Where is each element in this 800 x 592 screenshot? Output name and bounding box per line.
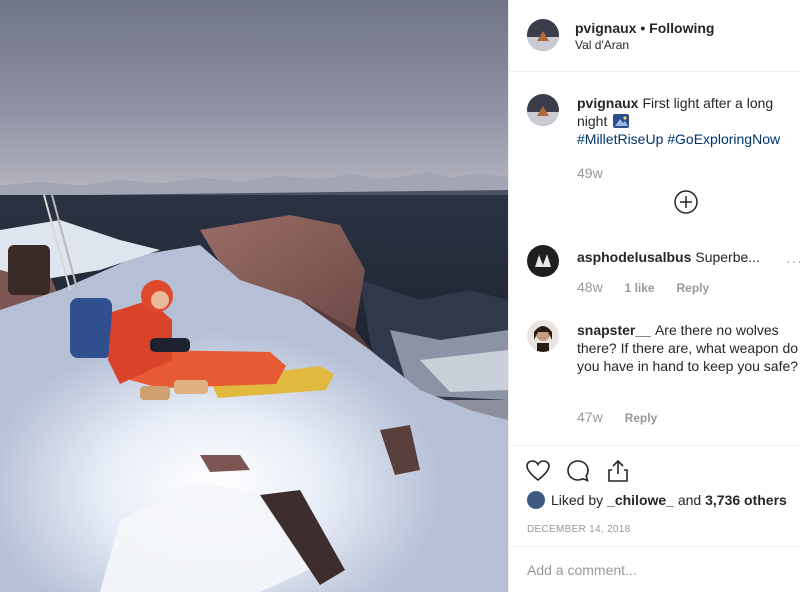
more-options-icon[interactable]: ···	[786, 253, 800, 269]
commenter-avatar[interactable]	[527, 320, 559, 352]
comment-text: asphodelusalbus Superbe...	[577, 248, 800, 266]
header-title-row: pvignaux • Following	[575, 20, 714, 36]
post-header: pvignaux • Following Val d'Aran	[509, 0, 800, 72]
follow-status-button[interactable]: Following	[649, 20, 714, 36]
mountain-bivouac-photo	[0, 0, 508, 592]
caption-time[interactable]: 49w	[577, 165, 603, 181]
caption-avatar[interactable]	[527, 94, 559, 126]
heart-icon[interactable]	[525, 458, 551, 484]
likes-summary: Liked by _chilowe_ and 3,736 others	[527, 491, 787, 510]
caption-text: pvignaux First light after a long night #…	[577, 94, 800, 148]
likes-count[interactable]: 3,736 others	[705, 492, 787, 508]
hashtag-link[interactable]: #GoExploringNow	[667, 131, 780, 147]
plus-circle-icon[interactable]	[673, 189, 699, 215]
reply-button[interactable]: Reply	[625, 411, 658, 425]
comment-icon[interactable]	[565, 458, 591, 484]
comment-text: snapster__ Are there no wolves there? If …	[577, 321, 800, 375]
user-avatar[interactable]	[527, 19, 559, 51]
caption-username[interactable]: pvignaux	[577, 95, 638, 111]
separator-dot: •	[640, 20, 646, 36]
liker-username[interactable]: _chilowe_	[607, 492, 674, 508]
likes-prefix: Liked by	[551, 492, 604, 508]
post-actions-section: Liked by _chilowe_ and 3,736 others DECE…	[509, 445, 800, 592]
comment-meta: 47w Reply	[577, 409, 657, 425]
comment-body: Superbe...	[695, 249, 760, 265]
add-comment-bar	[509, 546, 800, 592]
share-icon[interactable]	[605, 458, 631, 484]
comment-time[interactable]: 47w	[577, 409, 603, 425]
comment-likes[interactable]: 1 like	[625, 281, 655, 295]
add-comment-input[interactable]	[527, 562, 787, 578]
comment-username[interactable]: asphodelusalbus	[577, 249, 691, 265]
mountain-sunrise-icon	[613, 114, 630, 128]
commenter-avatar[interactable]	[527, 245, 559, 277]
location-link[interactable]: Val d'Aran	[575, 38, 629, 52]
post-date[interactable]: DECEMBER 14, 2018	[527, 524, 630, 535]
post-details-panel: pvignaux • Following Val d'Aran pvignaux…	[508, 0, 800, 592]
username-link[interactable]: pvignaux	[575, 20, 636, 36]
comment-time[interactable]: 48w	[577, 279, 603, 295]
post-photo[interactable]	[0, 0, 508, 592]
comment-meta: 48w 1 like Reply	[577, 279, 709, 295]
comment-username[interactable]: snapster__	[577, 322, 651, 338]
liker-avatar[interactable]	[527, 491, 545, 510]
hashtag-link[interactable]: #MilletRiseUp	[577, 131, 663, 147]
likes-middle: and	[677, 492, 702, 508]
reply-button[interactable]: Reply	[677, 281, 710, 295]
